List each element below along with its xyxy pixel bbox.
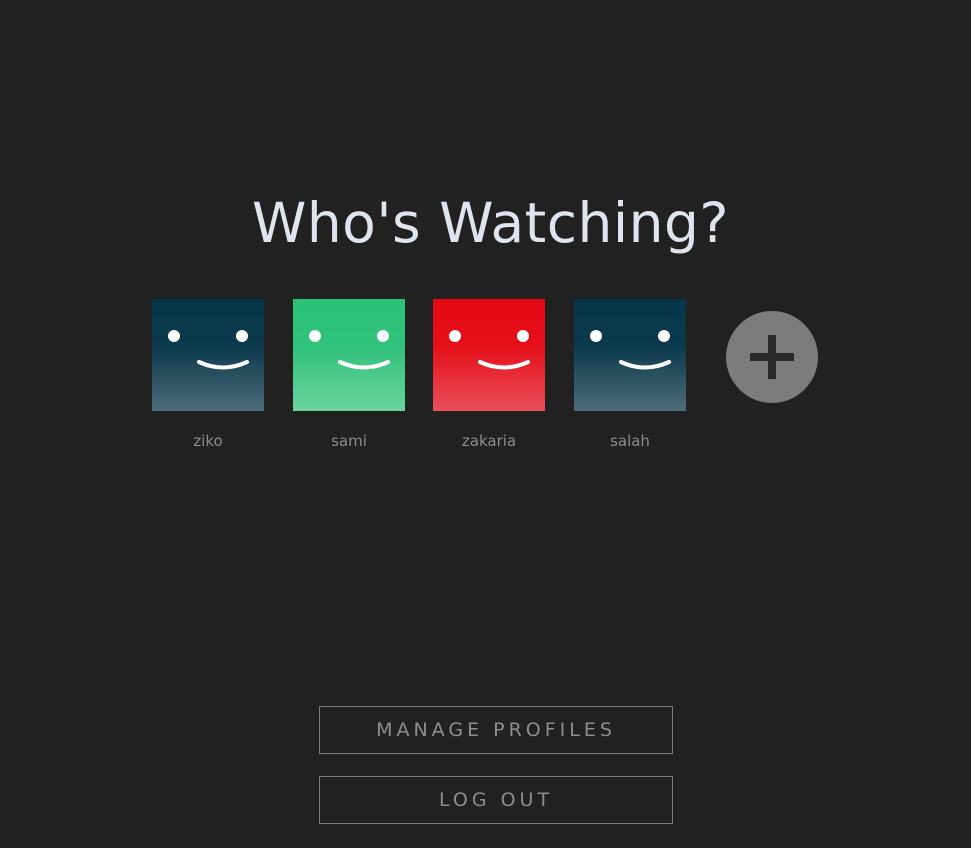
profile-name: salah [610, 432, 650, 450]
smiley-face-icon [293, 299, 405, 411]
profile-zakaria[interactable]: zakaria [433, 299, 545, 450]
avatar[interactable] [293, 299, 405, 411]
profile-name: sami [331, 432, 367, 450]
profile-ziko[interactable]: ziko [152, 299, 264, 450]
smiley-face-icon [433, 299, 545, 411]
smiley-face-icon [574, 299, 686, 411]
manage-profiles-button[interactable]: MANAGE PROFILES [319, 706, 673, 754]
profile-salah[interactable]: salah [574, 299, 686, 450]
profile-name: ziko [193, 432, 223, 450]
plus-icon [750, 335, 794, 379]
profile-sami[interactable]: sami [293, 299, 405, 450]
add-profile-button[interactable] [726, 311, 818, 403]
smiley-face-icon [152, 299, 264, 411]
avatar[interactable] [574, 299, 686, 411]
profile-name: zakaria [461, 432, 517, 450]
avatar[interactable] [433, 299, 545, 411]
log-out-button[interactable]: LOG OUT [319, 776, 673, 824]
avatar[interactable] [152, 299, 264, 411]
